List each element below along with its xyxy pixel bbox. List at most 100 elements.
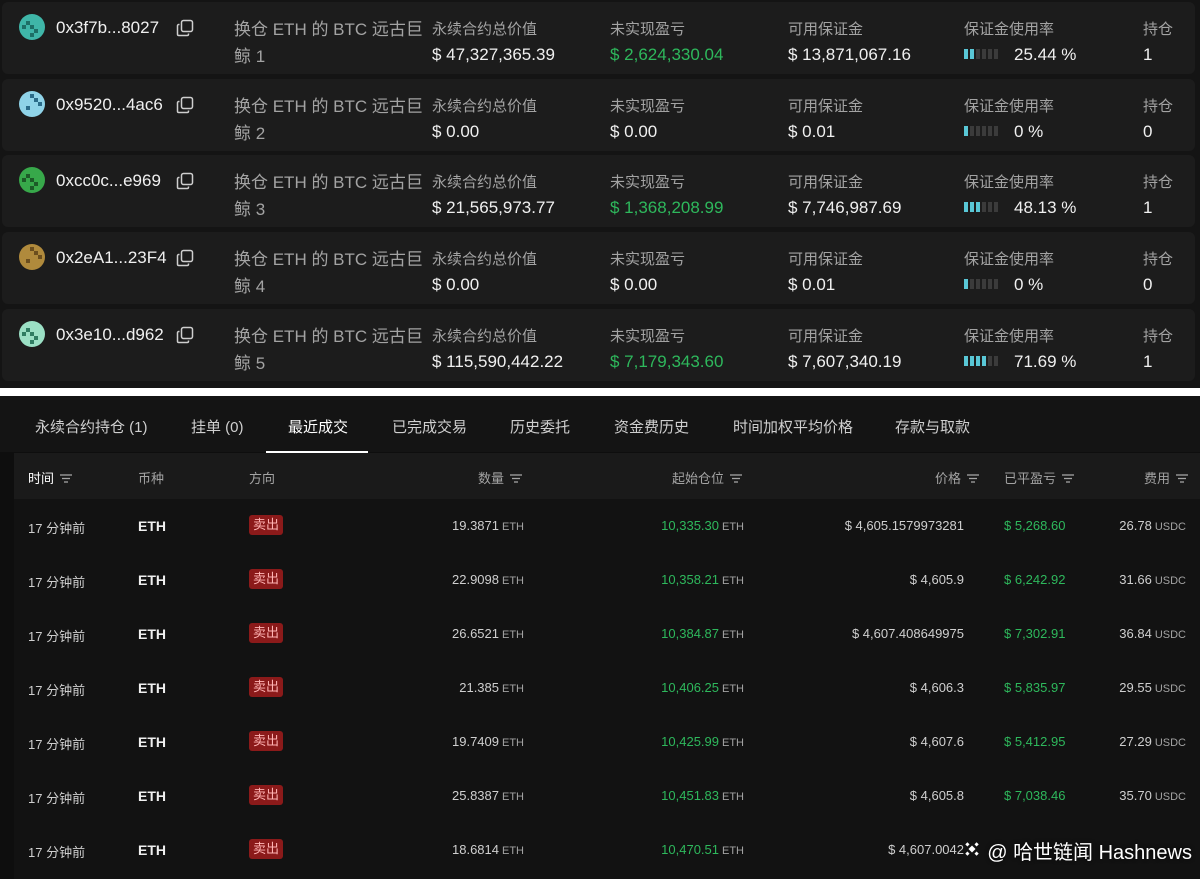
trade-qty: 26.6521 ETH	[452, 626, 524, 641]
trade-time: 17 分钟前	[28, 629, 86, 644]
table-row[interactable]: 17 分钟前 ETH 卖出 19.7409 ETH 10,425.99 ETH $ 4,607…	[14, 715, 1200, 769]
trade-price: $ 4,605.1579973281	[844, 518, 964, 533]
trade-start-position: 10,384.87 ETH	[661, 626, 744, 641]
col-start-pos-label: 起始仓位	[671, 471, 724, 486]
col-time[interactable]: 时间	[28, 468, 73, 487]
tab-recent-trades[interactable]: 最近成交	[288, 416, 348, 437]
notional-value-label: 永续合约总价值	[432, 251, 538, 268]
filter-icon[interactable]	[1176, 471, 1188, 486]
position-count: 持仓 1	[1143, 325, 1173, 372]
table-row[interactable]: 17 分钟前 ETH 卖出 22.9098 ETH 10,358.21 ETH $ 4,605…	[14, 553, 1200, 607]
trades-panel: 永续合约持仓 (1) 挂单 (0) 最近成交 已完成交易 历史委托 资金费历史 时间加权平均…	[0, 396, 1200, 879]
start-position-unit: ETH	[722, 521, 744, 533]
unrealized-pnl: 未实现盈亏 $ 0.00	[610, 95, 685, 142]
available-margin-label: 可用保证金	[788, 251, 864, 268]
filter-icon[interactable]	[1062, 471, 1075, 486]
trade-qty-value: 19.3871	[452, 518, 499, 533]
wallet-address[interactable]: 0x9520...4ac6	[56, 95, 163, 115]
avatar	[19, 91, 45, 117]
unrealized-pnl-value: $ 7,179,343.60	[610, 352, 724, 371]
wallet-address[interactable]: 0xcc0c...e969	[56, 171, 161, 191]
filter-icon[interactable]	[60, 471, 73, 486]
margin-usage-text: 71.69 %	[1014, 352, 1077, 371]
position-count-label: 持仓	[1143, 328, 1174, 345]
side-badge-sell: 卖出	[249, 623, 284, 643]
trade-qty-unit: ETH	[502, 845, 524, 857]
table-row[interactable]: 17 分钟前 ETH 卖出 21.385 ETH 10,406.25 ETH $ 4,606.…	[14, 661, 1200, 715]
filter-icon[interactable]	[510, 471, 522, 486]
unrealized-pnl-label: 未实现盈亏	[610, 174, 686, 191]
wallet-address[interactable]: 0x3f7b...8027	[56, 18, 159, 38]
notional-value-value: $ 0.00	[432, 122, 480, 141]
unrealized-pnl: 未实现盈亏 $ 7,179,343.60	[610, 325, 723, 372]
margin-usage-text: 0 %	[1014, 122, 1044, 141]
col-fee-label: 费用	[1143, 471, 1170, 486]
margin-usage-label: 保证金使用率	[964, 98, 1055, 115]
wallet-label: 换仓 ETH 的 BTC 远古巨鲸 3	[234, 173, 423, 219]
side-badge-sell: 卖出	[249, 731, 284, 751]
filter-icon[interactable]	[967, 471, 979, 486]
position-count-value: 1	[1143, 352, 1153, 371]
start-position-value: 10,451.83	[661, 788, 719, 803]
avatar	[19, 321, 45, 347]
copy-icon[interactable]	[176, 96, 194, 114]
trade-fee-value: 35.70	[1119, 788, 1152, 803]
notional-value-label: 永续合约总价值	[432, 328, 538, 345]
col-closed-pnl[interactable]: 已平盈亏	[1004, 468, 1075, 487]
tab-funding-history[interactable]: 资金费历史	[614, 416, 689, 437]
unrealized-pnl-label: 未实现盈亏	[610, 251, 686, 268]
copy-icon[interactable]	[176, 249, 194, 267]
col-qty[interactable]: 数量	[478, 468, 522, 487]
wallet-address[interactable]: 0x3e10...d962	[56, 325, 164, 345]
wallet-card: 0x2eA1...23F4 换仓 ETH 的 BTC 远古巨鲸 4 永续合约总价值 $…	[2, 232, 1195, 304]
trade-fee: 31.66 USDC	[1119, 572, 1186, 587]
trade-coin: ETH	[138, 734, 166, 750]
trade-closed-pnl: $ 5,412.95	[1004, 734, 1066, 749]
position-count-label: 持仓	[1143, 21, 1174, 38]
tab-twap[interactable]: 时间加权平均价格	[733, 416, 853, 437]
trade-qty-value: 19.7409	[452, 734, 499, 749]
position-count-label: 持仓	[1143, 174, 1174, 191]
available-margin-value: $ 0.01	[788, 122, 836, 141]
position-count-label: 持仓	[1143, 251, 1174, 268]
tab-perp-positions[interactable]: 永续合约持仓 (1)	[35, 416, 148, 437]
copy-icon[interactable]	[176, 19, 194, 37]
trade-closed-pnl: $ 7,302.91	[1004, 626, 1066, 641]
filter-icon[interactable]	[730, 471, 742, 486]
notional-value: 永续合约总价值 $ 0.00	[432, 248, 537, 295]
trade-fee-unit: USDC	[1154, 791, 1186, 803]
position-count-label: 持仓	[1143, 98, 1174, 115]
col-side[interactable]: 方向	[249, 468, 275, 487]
table-row[interactable]: 17 分钟前 ETH 卖出 26.6521 ETH 10,384.87 ETH $ 4,607…	[14, 607, 1200, 661]
col-start-pos[interactable]: 起始仓位	[672, 468, 742, 487]
trade-fee-value: 27.29	[1119, 734, 1152, 749]
position-count: 持仓 1	[1143, 171, 1173, 218]
margin-usage-value: 0 %	[964, 122, 1054, 142]
col-price[interactable]: 价格	[935, 468, 979, 487]
wallet-label: 换仓 ETH 的 BTC 远古巨鲸 2	[234, 97, 423, 143]
position-count: 持仓 0	[1143, 95, 1173, 142]
start-position-value: 10,335.30	[661, 518, 719, 533]
table-row[interactable]: 17 分钟前 ETH 卖出 19.3871 ETH 10,335.30 ETH $ 4,605…	[14, 499, 1200, 553]
trade-start-position: 10,451.83 ETH	[661, 788, 744, 803]
copy-icon[interactable]	[176, 172, 194, 190]
available-margin-value: $ 13,871,067.16	[788, 45, 911, 64]
margin-usage-label: 保证金使用率	[964, 251, 1055, 268]
trade-time: 17 分钟前	[28, 575, 86, 590]
col-fee[interactable]: 费用	[1144, 468, 1188, 487]
col-coin[interactable]: 币种	[138, 468, 164, 487]
unrealized-pnl-label: 未实现盈亏	[610, 98, 686, 115]
table-row[interactable]: 17 分钟前 ETH 卖出 25.8387 ETH 10,451.83 ETH $ 4,605…	[14, 769, 1200, 823]
margin-usage-meter	[964, 274, 1000, 294]
available-margin-value: $ 0.01	[788, 275, 836, 294]
available-margin: 可用保证金 $ 0.01	[788, 248, 863, 295]
wallet-address[interactable]: 0x2eA1...23F4	[56, 248, 167, 268]
tab-open-orders[interactable]: 挂单 (0)	[191, 416, 244, 437]
tab-completed-trades[interactable]: 已完成交易	[392, 416, 467, 437]
tab-order-history[interactable]: 历史委托	[510, 416, 570, 437]
trade-fee-unit: USDC	[1154, 575, 1186, 587]
margin-usage-value: 48.13 %	[964, 198, 1076, 218]
tab-deposits-withdrawals[interactable]: 存款与取款	[895, 416, 970, 437]
copy-icon[interactable]	[176, 326, 194, 344]
side-badge-sell: 卖出	[249, 569, 284, 589]
